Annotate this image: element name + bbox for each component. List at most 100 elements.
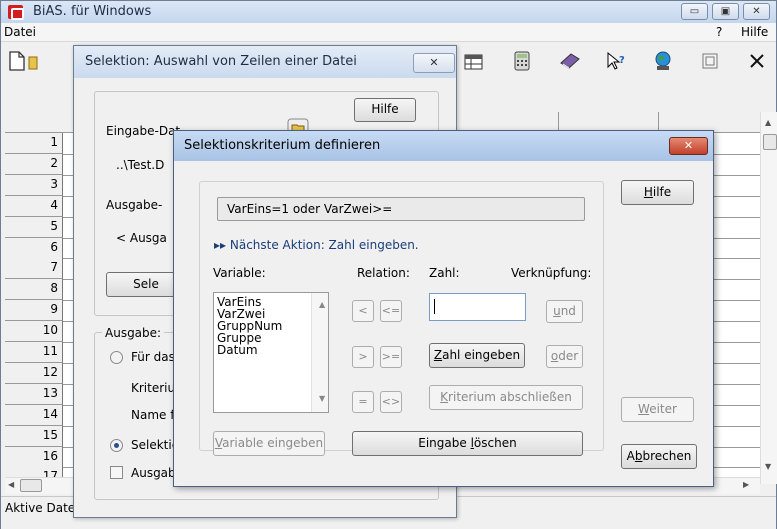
variable-eingeben-label: ariable eingeben	[222, 436, 324, 450]
rel-equal-button[interactable]: =	[352, 391, 374, 413]
variable-list-scrollbar[interactable]: ▲ ▼	[311, 293, 328, 412]
next-action-text: ▸▸ Nächste Aktion: Zahl eingeben.	[214, 238, 419, 252]
row-header[interactable]: 2	[5, 153, 63, 175]
variable-list[interactable]: VarEins VarZwei GruppNum Gruppe Datum ▲ …	[213, 292, 329, 413]
selektion-help-button[interactable]: Hilfe	[354, 98, 416, 122]
und-label: nd	[560, 304, 576, 318]
variable-col-label: Variable:	[213, 266, 266, 280]
calculator-icon[interactable]	[511, 51, 533, 71]
selektion-title-bar: Selektion: Auswahl von Zeilen einer Date…	[74, 46, 456, 78]
ausgabe-checkbox[interactable]	[110, 466, 123, 479]
eingabe-loeschen-label: Eingabe	[418, 436, 471, 450]
radio-fuer-das[interactable]	[110, 351, 123, 364]
row-header[interactable]: 12	[5, 362, 63, 384]
row-header[interactable]: 1	[5, 133, 63, 154]
oder-button[interactable]: oder	[546, 345, 583, 368]
kriterium-abschliessen-button[interactable]: Kriterium abschließen	[429, 385, 583, 410]
window-icon[interactable]	[699, 51, 721, 71]
table-tool-icon[interactable]	[463, 51, 485, 71]
vertical-scroll-thumb[interactable]	[763, 134, 777, 150]
rel-greater-equal-button[interactable]: >=	[380, 346, 402, 368]
row-header[interactable]: 5	[5, 216, 63, 238]
relation-col-label: Relation:	[357, 266, 410, 280]
rel-greater-button[interactable]: >	[352, 346, 374, 368]
eingabe-label: Eingabe-Dat	[106, 124, 181, 138]
book-icon[interactable]	[559, 51, 581, 71]
ausgabe-group-label: Ausgabe:	[102, 326, 165, 340]
minimize-button[interactable]: ▭	[681, 3, 708, 20]
maximize-button[interactable]: ▣	[712, 3, 739, 20]
main-title-bar: BiAS. für Windows ▭ ▣ ✕	[1, 1, 776, 23]
new-file-icon[interactable]	[6, 51, 28, 71]
abbrechen-label: A	[626, 449, 635, 463]
row-header[interactable]: 15	[5, 425, 63, 447]
eingabe-value: ..\Test.D	[116, 158, 165, 172]
kriterium-abschliessen-label: riterium abschließen	[448, 390, 572, 404]
ausgabe-file-value: < Ausga	[116, 231, 167, 245]
row-header[interactable]: 14	[5, 404, 63, 426]
rel-less-button[interactable]: <	[352, 300, 374, 322]
ausgabe-file-label: Ausgabe-	[106, 198, 163, 212]
row-header[interactable]: 10	[5, 321, 63, 343]
variable-eingeben-button[interactable]: Variable eingeben	[213, 431, 325, 456]
row-header[interactable]: 3	[5, 174, 63, 196]
open-folder-icon[interactable]	[28, 51, 38, 71]
row-header[interactable]: 11	[5, 342, 63, 363]
menu-question[interactable]: ?	[716, 25, 722, 39]
weiter-button[interactable]: Weiter	[621, 397, 694, 422]
row-header[interactable]: 16	[5, 446, 63, 468]
help-pointer-icon[interactable]: ?	[605, 51, 627, 71]
rel-not-equal-button[interactable]: <>	[380, 391, 402, 413]
hilfe-button[interactable]: Hilfe	[621, 180, 694, 205]
scroll-up-icon[interactable]: ▲	[765, 118, 771, 127]
expression-field: VarEins=1 oder VarZwei>=	[217, 197, 585, 221]
close-button[interactable]: ✕	[743, 3, 770, 20]
kriterium-title: Selektionskriterium definieren	[184, 138, 381, 153]
row-header[interactable]: 4	[5, 195, 63, 217]
row-header[interactable]: 13	[5, 383, 63, 405]
row-header[interactable]: 6	[5, 237, 63, 259]
kriterium-title-bar: Selektionskriterium definieren	[174, 131, 713, 161]
row-header[interactable]: 7	[5, 258, 63, 280]
abbrechen-button[interactable]: Abbrechen	[621, 444, 697, 469]
main-title: BiAS. für Windows	[33, 4, 152, 19]
zahl-eingeben-label: ahl eingeben	[442, 348, 521, 362]
vertical-scrollbar[interactable]: ▲ ▼	[760, 112, 777, 484]
oder-label: der	[558, 349, 579, 363]
selektion-title: Selektion: Auswahl von Zeilen einer Date…	[85, 54, 357, 69]
abbrechen-label-rest: brechen	[642, 449, 692, 463]
zahl-eingeben-button[interactable]: Zahl eingeben	[429, 343, 525, 368]
rel-less-equal-button[interactable]: <=	[380, 300, 402, 322]
selektion-close-button[interactable]: ✕	[413, 53, 455, 73]
svg-text:?: ?	[619, 55, 625, 66]
menu-datei[interactable]: Datei	[4, 25, 36, 39]
radio-selektierte[interactable]	[110, 439, 123, 452]
globe-icon[interactable]	[652, 51, 674, 71]
app-icon	[8, 5, 24, 20]
menu-hilfe[interactable]: Hilfe	[741, 25, 768, 39]
kriterium-close-button[interactable]: ✕	[669, 137, 708, 155]
text-caret	[434, 299, 435, 314]
menu-bar: Datei ? Hilfe	[1, 23, 776, 42]
radio-selektierte-label: Selektie	[131, 438, 180, 452]
scroll-right-icon[interactable]: ▶	[743, 480, 749, 489]
row-header[interactable]: 9	[5, 300, 63, 322]
hilfe-label: ilfe	[652, 185, 672, 199]
scroll-down-icon[interactable]: ▼	[765, 462, 771, 471]
verknuepfung-col-label: Verknüpfung:	[511, 266, 592, 280]
kriterium-inner-group: VarEins=1 oder VarZwei>= ▸▸ Nächste Akti…	[199, 181, 604, 456]
zahl-col-label: Zahl:	[429, 266, 460, 280]
scroll-left-icon[interactable]: ◀	[8, 480, 14, 489]
radio-fuer-das-label: Für das	[131, 350, 175, 364]
scroll-down-icon[interactable]: ▼	[316, 393, 325, 405]
weiter-label: eiter	[649, 402, 677, 416]
zahl-input[interactable]	[429, 293, 526, 321]
kriterium-dialog: Selektionskriterium definieren ✕ VarEins…	[173, 130, 714, 487]
scroll-up-icon[interactable]: ▲	[316, 299, 325, 311]
und-button[interactable]: und	[546, 300, 583, 323]
eingabe-loeschen-button[interactable]: Eingabe löschen	[352, 431, 583, 456]
eingabe-loeschen-label-rest: öschen	[473, 436, 517, 450]
horizontal-scroll-thumb[interactable]	[20, 479, 42, 492]
exit-x-icon[interactable]	[746, 51, 768, 71]
row-header[interactable]: 8	[5, 279, 63, 301]
